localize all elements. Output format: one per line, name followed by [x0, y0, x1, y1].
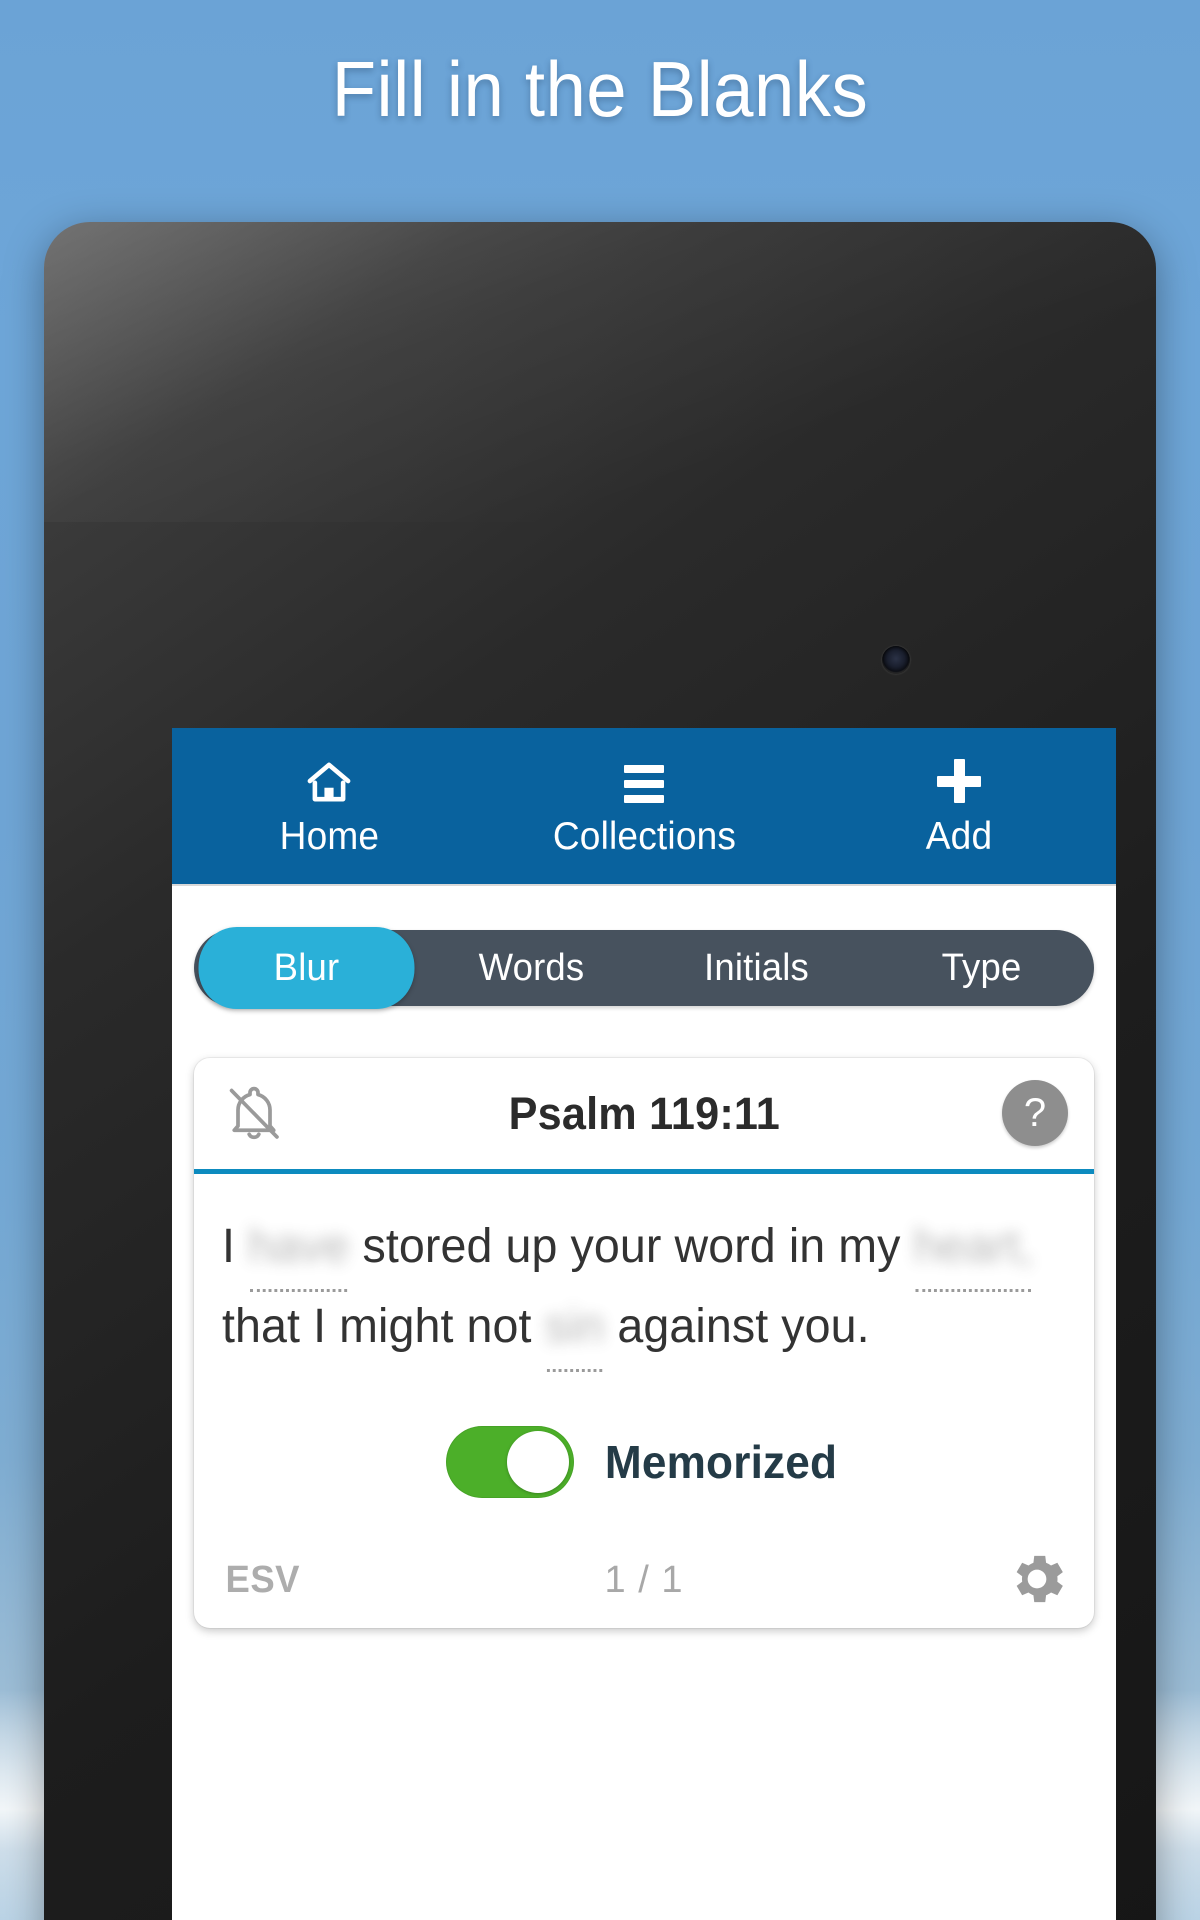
front-camera — [882, 646, 910, 674]
verse-reference: Psalm 119:11 — [508, 1087, 780, 1139]
mode-option-type[interactable]: Type — [874, 930, 1090, 1006]
screenshot-root: Fill in the Blanks Home Collections Add … — [0, 0, 1200, 1920]
bezel-gloss — [44, 222, 1156, 522]
gear-icon[interactable] — [1004, 1546, 1070, 1612]
verse-segment-text: stored up your word in my — [349, 1220, 914, 1273]
verse-card-footer: ESV 1 / 1 — [194, 1532, 1094, 1628]
verse-card: Psalm 119:11 ? I have stored up your wor… — [194, 1058, 1094, 1629]
help-button[interactable]: ? — [1002, 1080, 1068, 1146]
nav-item-collections[interactable]: Collections — [487, 728, 802, 884]
verse-card-header: Psalm 119:11 ? — [194, 1058, 1094, 1174]
mode-option-initials[interactable]: Initials — [649, 930, 865, 1006]
device-frame: Home Collections Add Blur Words Initials… — [44, 222, 1156, 1920]
mode-selector: Blur Words Initials Type — [194, 927, 1094, 1009]
verse-segment-text: that I might not — [222, 1300, 545, 1354]
nav-label-home: Home — [279, 814, 380, 858]
page-indicator: 1 / 1 — [604, 1558, 684, 1601]
verse-text[interactable]: I have stored up your word in my heart, … — [222, 1208, 1041, 1373]
verse-blank-1[interactable]: have — [248, 1208, 349, 1293]
nav-label-collections: Collections — [552, 814, 736, 858]
memorized-toggle[interactable] — [445, 1426, 574, 1499]
verse-blank-3[interactable]: sin — [545, 1288, 605, 1373]
memorized-row: Memorized — [194, 1378, 1094, 1532]
bell-off-icon[interactable] — [222, 1082, 286, 1146]
app-navbar: Home Collections Add — [172, 728, 1116, 886]
nav-label-add: Add — [925, 814, 992, 858]
verse-segment-text: against you. — [604, 1300, 870, 1354]
home-icon — [306, 757, 352, 803]
mode-selector-wrap: Blur Words Initials Type — [172, 886, 1116, 1009]
verse-segment-text: I — [222, 1220, 249, 1273]
nav-item-add[interactable]: Add — [801, 728, 1116, 884]
page-title: Fill in the Blanks — [331, 45, 869, 133]
mode-option-blur[interactable]: Blur — [198, 927, 415, 1009]
memorized-label: Memorized — [604, 1436, 838, 1489]
device-screen: Home Collections Add Blur Words Initials… — [172, 728, 1116, 1920]
bible-version-label[interactable]: ESV — [226, 1559, 300, 1602]
verse-body: I have stored up your word in my heart, … — [194, 1174, 1094, 1378]
plus-icon — [936, 757, 981, 803]
mode-option-words[interactable]: Words — [424, 930, 640, 1006]
verse-blank-2[interactable]: heart, — [914, 1208, 1034, 1293]
hamburger-icon — [624, 757, 664, 803]
nav-item-home[interactable]: Home — [172, 728, 487, 884]
